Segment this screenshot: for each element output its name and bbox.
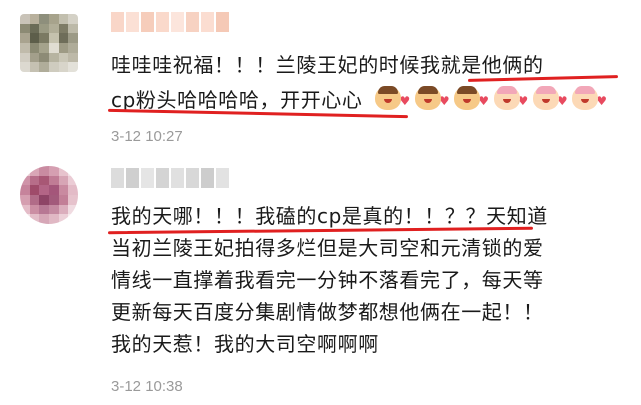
girl-face-heart-icon — [532, 86, 559, 110]
girl-face-heart-icon — [493, 86, 520, 110]
heart-icon: ♥ — [399, 94, 411, 108]
boy-face-heart-icon — [414, 86, 441, 110]
comment-text-line: 我的天惹！我的大司空啊啊啊 — [111, 329, 379, 360]
comment-text: 当初兰陵王妃拍得多烂但是大司空和元清锁的爱 — [111, 236, 544, 260]
heart-icon: ♥ — [478, 94, 490, 108]
avatar[interactable] — [20, 14, 78, 72]
comment-text-line: 更新每天百度分集剧情做梦都想他俩在一起！！ — [111, 297, 544, 328]
comment-text: 我的天哪！！！我磕的cp是真的！！？？天知道 — [111, 204, 548, 228]
comment-text: 更新每天百度分集剧情做梦都想他俩在一起！！ — [111, 300, 544, 324]
comment-text: 情线一直撑着我看完一分钟不落看完了，每天等 — [111, 268, 544, 292]
avatar[interactable] — [20, 166, 78, 224]
username[interactable] — [111, 168, 229, 188]
comment-timestamp: 3-12 10:38 — [111, 378, 183, 395]
comment-timestamp: 3-12 10:27 — [111, 128, 183, 145]
comment-text-line: 情线一直撑着我看完一分钟不落看完了，每天等 — [111, 265, 544, 296]
comment-text-line: 当初兰陵王妃拍得多烂但是大司空和元清锁的爱 — [111, 233, 544, 264]
comment-text: 我的天惹！我的大司空啊啊啊 — [111, 332, 379, 356]
emoji-row: ♥ ♥ ♥ ♥ ♥ ♥ — [375, 86, 607, 117]
girl-face-heart-icon — [572, 86, 599, 110]
comment-text: cp粉头哈哈哈哈，开开心心 — [111, 88, 363, 112]
boy-face-heart-icon — [454, 86, 481, 110]
username[interactable] — [111, 12, 229, 32]
boy-face-heart-icon — [375, 86, 402, 110]
comment-text-line: 哇哇哇祝福！！！兰陵王妃的时候我就是他俩的 — [111, 50, 544, 81]
comment-item: 我的天哪！！！我磕的cp是真的！！？？天知道 当初兰陵王妃拍得多烂但是大司空和元… — [0, 150, 641, 405]
comment-text: 哇哇哇祝福！！！兰陵王妃的时候我就是他俩的 — [111, 53, 544, 77]
comment-item: 哇哇哇祝福！！！兰陵王妃的时候我就是他俩的 cp粉头哈哈哈哈，开开心心 ♥ ♥ … — [0, 0, 641, 150]
heart-icon: ♥ — [596, 94, 608, 108]
